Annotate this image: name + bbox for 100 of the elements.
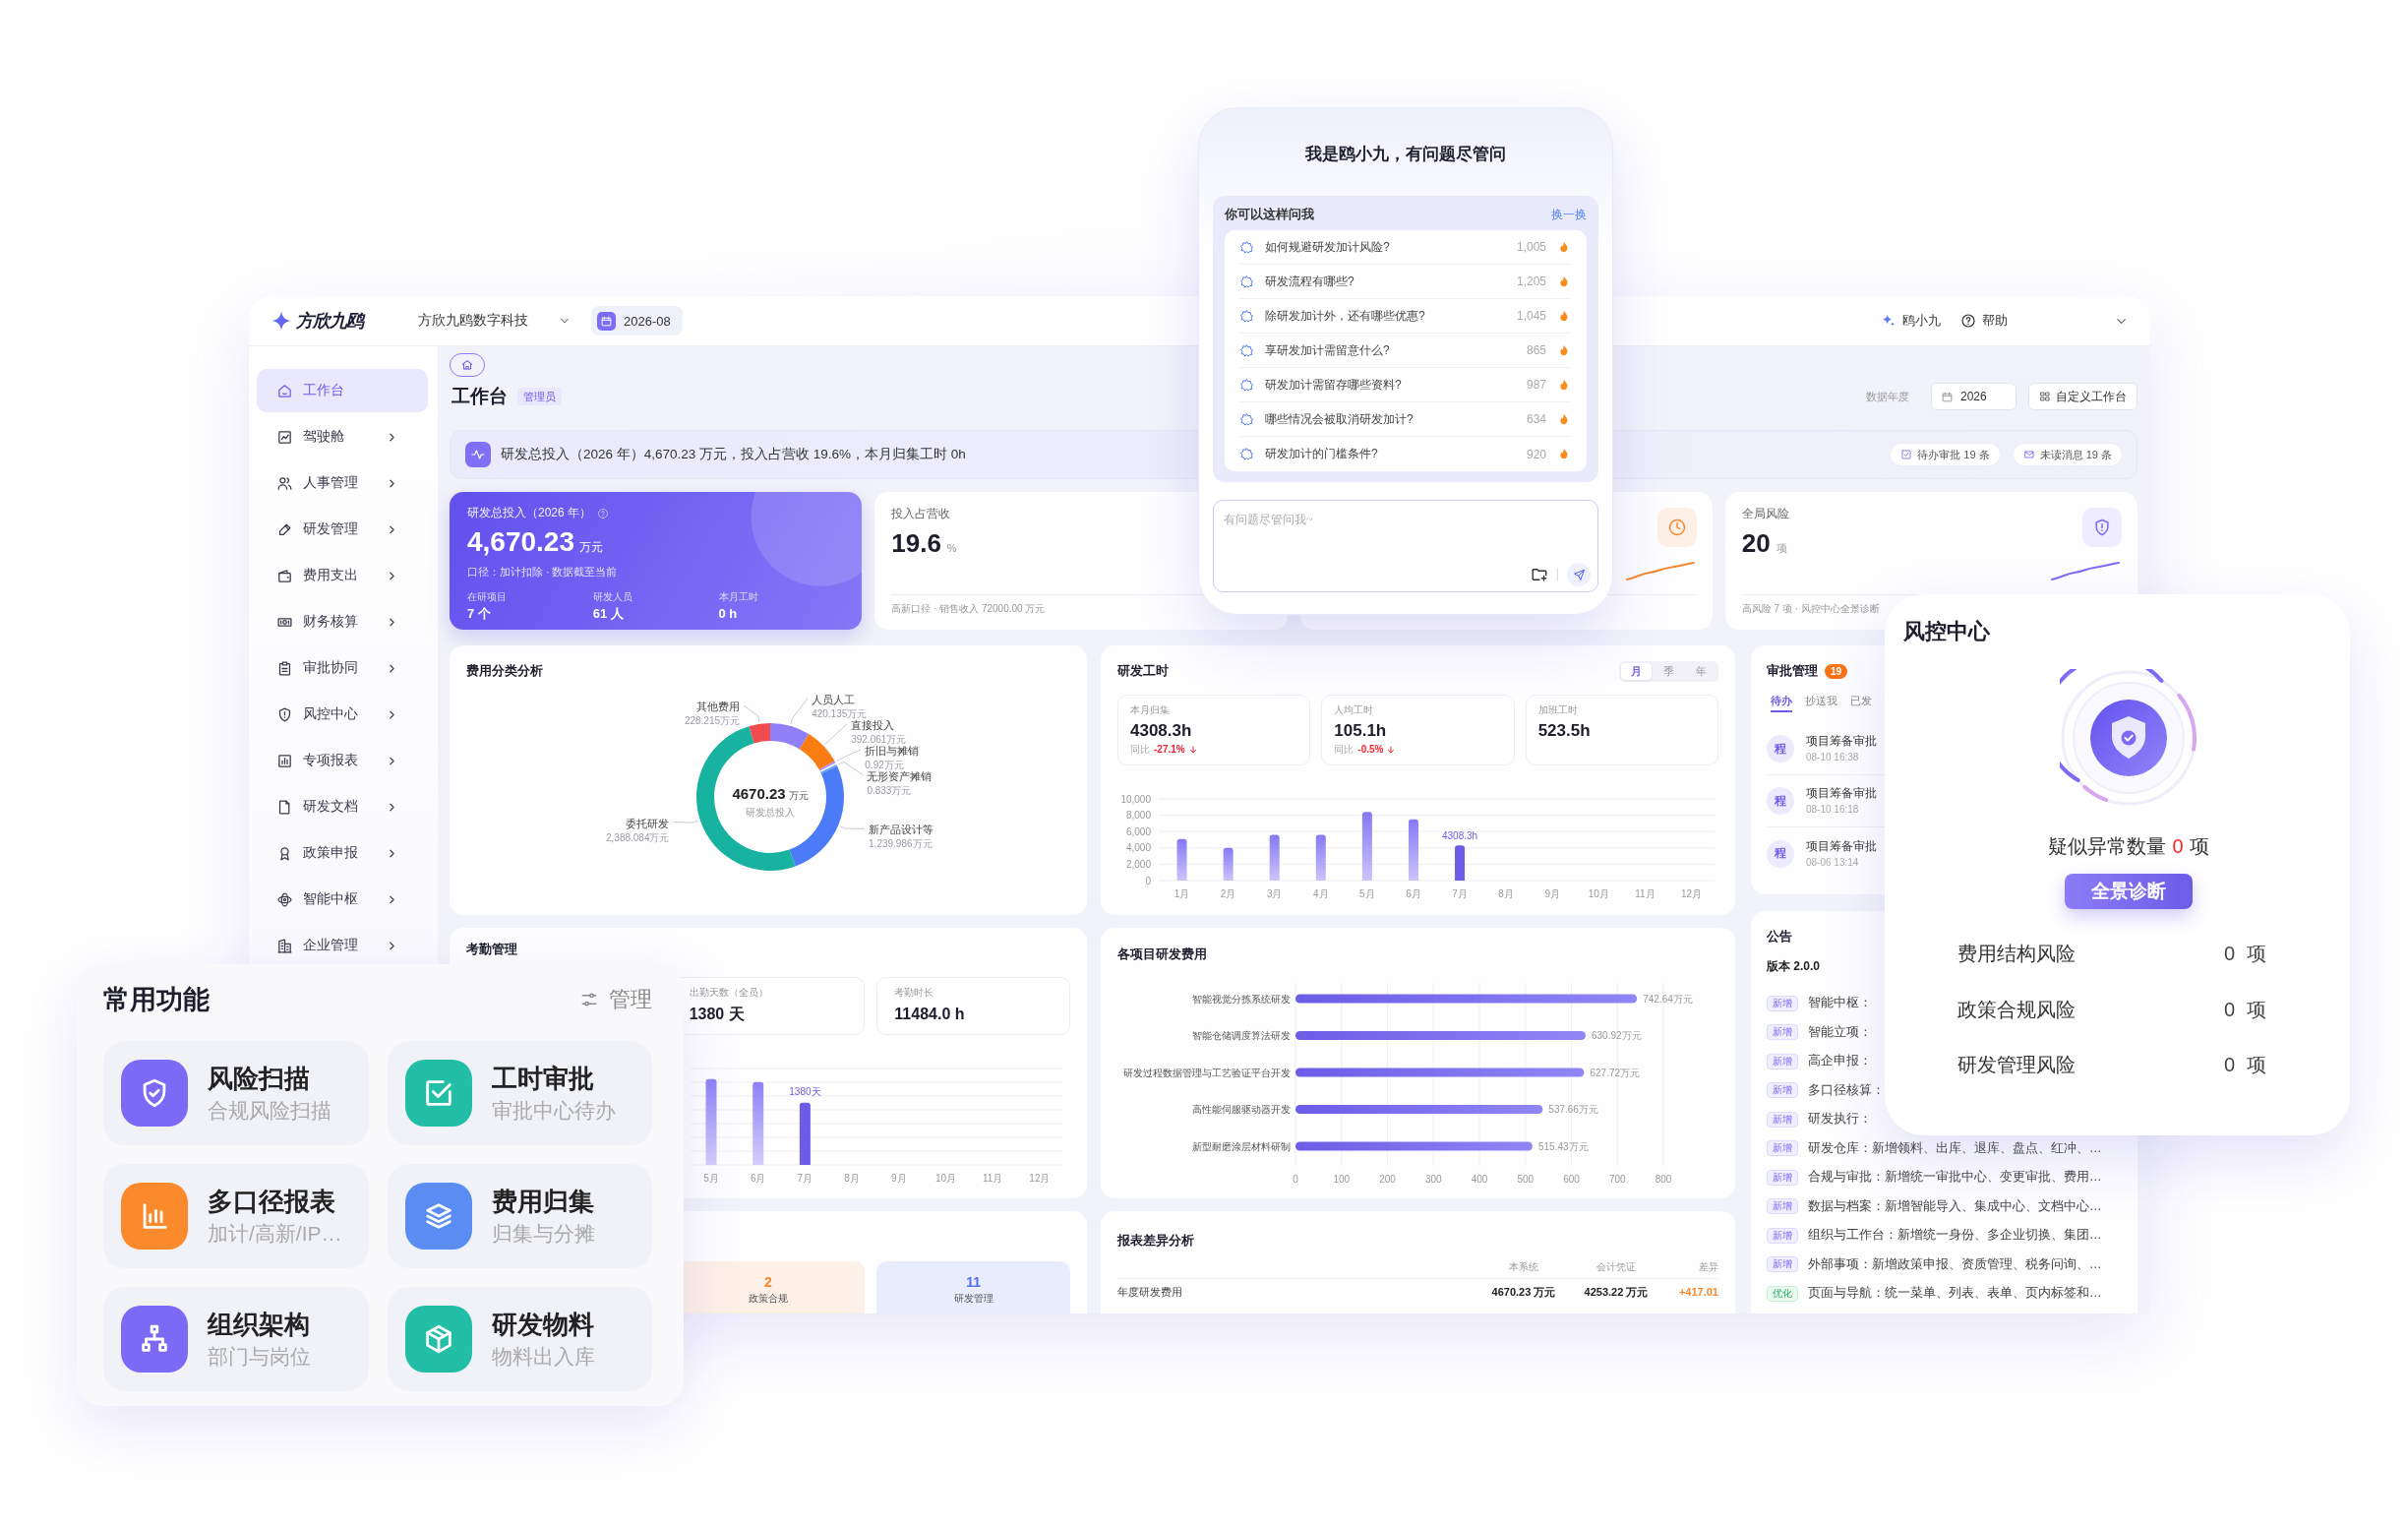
risk-count: 0 bbox=[2223, 1053, 2235, 1077]
axis-label: 400 bbox=[1471, 1174, 1488, 1185]
stat-value: 105.1h bbox=[1334, 720, 1388, 742]
item-time: 08-10 16:38 bbox=[1806, 751, 1860, 764]
axis-label: 500 bbox=[1517, 1174, 1535, 1185]
item-time: 08-06 13:14 bbox=[1806, 855, 1860, 870]
axis-label: 11月 bbox=[1635, 888, 1656, 899]
version-text: 版本 2.0.0 bbox=[1767, 958, 1822, 975]
notice-type-label: 新增 bbox=[1767, 1111, 1798, 1128]
stat-value: 1380 天 bbox=[689, 1005, 746, 1024]
kpi-value: 4,670.23 万元 bbox=[467, 526, 604, 559]
notice-type-label: 新增 bbox=[1767, 1053, 1798, 1069]
unit-label: 项 bbox=[2247, 1053, 2266, 1077]
category-label: 新型耐磨涂层材料研制 bbox=[1192, 1140, 1291, 1152]
notice-text: 组织与工作台：新增统一身份、多企业切换、集团… bbox=[1808, 1227, 2102, 1245]
axis-label: 10,000 bbox=[1120, 793, 1151, 805]
stat-value: 11484.0 h bbox=[894, 1005, 966, 1024]
stat-label: 考勤时长 bbox=[894, 986, 935, 1000]
slice-label: 其他费用 bbox=[696, 700, 741, 712]
notice-text: 页面与导航：统一菜单、列表、表单、页内标签和… bbox=[1808, 1285, 2102, 1303]
notice-type-label: 新增 bbox=[1767, 1227, 1798, 1244]
value-label: 228.215万元 bbox=[684, 714, 741, 726]
page-title: 工作台 bbox=[452, 385, 508, 408]
stat-value: 11 bbox=[966, 1273, 982, 1291]
axis-label: 0 bbox=[1145, 875, 1151, 886]
tile-subtitle: 归集与分摊 bbox=[491, 1221, 595, 1247]
stat-value: 523.5h bbox=[1537, 720, 1592, 742]
tile-title: 风险扫描 bbox=[208, 1063, 311, 1095]
axis-label: 1月 bbox=[1174, 888, 1190, 899]
category-label: 高性能伺服驱动器开发 bbox=[1192, 1104, 1291, 1115]
axis-label: 7月 bbox=[1452, 888, 1468, 899]
category-label: 智能视觉分拣系统研发 bbox=[1192, 993, 1291, 1005]
axis-label: 5月 bbox=[703, 1173, 719, 1184]
notice-text: 智能立项： bbox=[1808, 1023, 1872, 1041]
trend-text: 同比 -27.1% bbox=[1130, 743, 1185, 757]
notice-type-label: 新增 bbox=[1767, 1198, 1798, 1215]
axis-label: 800 bbox=[1655, 1174, 1672, 1185]
notice-text: 多口径核算： bbox=[1808, 1081, 1885, 1099]
axis-label: 4月 bbox=[1313, 888, 1329, 899]
item-title: 项目筹备审批 bbox=[1806, 786, 1877, 801]
slice-label: 直接投入 bbox=[851, 718, 895, 731]
column-header: 差异 bbox=[1698, 1260, 1718, 1274]
card-title: 研发工时 bbox=[1117, 662, 1169, 680]
tile-subtitle: 物料出入库 bbox=[491, 1344, 595, 1370]
tile-subtitle: 加计/高新/IP… bbox=[208, 1221, 342, 1247]
axis-label: 6月 bbox=[750, 1173, 766, 1184]
table-cell-text: +417.01 bbox=[1677, 1286, 1718, 1298]
notice-text: 研发仓库：新增领料、出库、退库、盘点、红冲、… bbox=[1808, 1139, 2102, 1157]
axis-label: 8月 bbox=[1498, 888, 1514, 899]
stat-label: 出勤天数（全员） bbox=[689, 986, 769, 1000]
unit-label: 项 bbox=[2247, 997, 2266, 1022]
table-cell-text: 4253.22 万元 bbox=[1583, 1284, 1650, 1300]
stat-label: 本月工时 bbox=[718, 590, 759, 603]
section-title: 你可以这样问我 bbox=[1225, 206, 1314, 223]
notice-type-label: 新增 bbox=[1767, 995, 1798, 1011]
notice-text: 合规与审批：新增统一审批中心、变更审批、费用… bbox=[1808, 1169, 2102, 1187]
notice-text: 高企申报： bbox=[1808, 1053, 1872, 1070]
axis-label: 10月 bbox=[934, 1173, 957, 1184]
item-title: 项目筹备审批 bbox=[1806, 734, 1877, 749]
notice-type-label: 新增 bbox=[1767, 1082, 1798, 1099]
notice-type-label: 新增 bbox=[1767, 1140, 1798, 1157]
panel-title: 常用功能 bbox=[103, 984, 210, 1016]
axis-label: 2,000 bbox=[1125, 858, 1151, 870]
slice-label: 折旧与摊销 bbox=[865, 744, 920, 757]
axis-label: 12月 bbox=[1680, 888, 1702, 899]
risk-count: 0 bbox=[2223, 997, 2235, 1022]
stat-label: 政策合规 bbox=[749, 1292, 788, 1306]
tile-subtitle: 审批中心待办 bbox=[491, 1098, 616, 1124]
value-label: 627.72万元 bbox=[1590, 1067, 1641, 1078]
stat-value: 0 h bbox=[718, 605, 739, 622]
axis-label: 9月 bbox=[891, 1173, 907, 1184]
value-label: 0.92万元 bbox=[865, 759, 904, 770]
notice-type-label: 新增 bbox=[1767, 1024, 1798, 1041]
axis-label: 7月 bbox=[797, 1173, 813, 1184]
slice-label: 无形资产摊销 bbox=[867, 769, 933, 782]
anomaly-summary: 疑似异常数量 0 项 bbox=[2048, 834, 2209, 859]
tile-subtitle: 合规风险扫描 bbox=[208, 1098, 331, 1124]
card-title: 公告 bbox=[1767, 928, 1793, 946]
center-label: 研发总投入 bbox=[746, 807, 795, 818]
value-label: 630.92万元 bbox=[1591, 1030, 1642, 1041]
avatar-initial: 程 bbox=[1767, 839, 1794, 868]
axis-label: 300 bbox=[1424, 1174, 1442, 1185]
stat-label: 本月归集 bbox=[1130, 703, 1171, 717]
slice-label: 新产品设计等 bbox=[869, 824, 934, 836]
stat-label: 加班工时 bbox=[1537, 703, 1579, 717]
value-label: 537.66万元 bbox=[1548, 1104, 1598, 1115]
count-label: 19 bbox=[1825, 663, 1848, 679]
category-label: 智能仓储调度算法研发 bbox=[1192, 1030, 1291, 1041]
row-label: 年度研发费用 bbox=[1117, 1284, 1183, 1300]
value-label: 742.64万元 bbox=[1643, 993, 1693, 1005]
value-label: 515.43万元 bbox=[1537, 1140, 1589, 1152]
stat-label: 在研项目 bbox=[467, 590, 508, 603]
card-title: 考勤管理 bbox=[466, 941, 518, 958]
notice-type-label: 新增 bbox=[1767, 1169, 1798, 1186]
role-label: 管理员 bbox=[517, 388, 562, 405]
axis-label: 8月 bbox=[844, 1173, 860, 1184]
card-title: 各项目研发费用 bbox=[1117, 946, 1208, 963]
axis-label: 10月 bbox=[1588, 888, 1609, 899]
item-title: 项目筹备审批 bbox=[1806, 838, 1877, 854]
card-title: 费用分类分析 bbox=[466, 662, 544, 680]
